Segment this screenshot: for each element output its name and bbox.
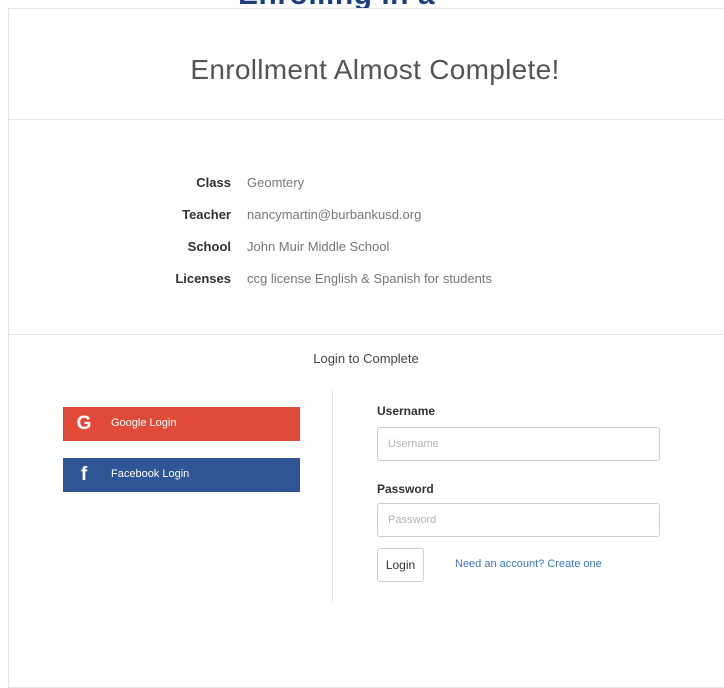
password-input[interactable] bbox=[377, 503, 660, 537]
google-login-label: Google Login bbox=[111, 417, 177, 429]
facebook-login-button[interactable]: f Facebook Login bbox=[63, 458, 300, 492]
login-button[interactable]: Login bbox=[377, 548, 424, 582]
info-key-licenses: Licenses bbox=[175, 271, 231, 286]
vertical-divider bbox=[332, 390, 333, 602]
google-icon: G bbox=[76, 413, 92, 434]
info-key-class: Class bbox=[196, 175, 231, 190]
info-key-school: School bbox=[187, 239, 231, 254]
title-section: Enrollment Almost Complete! bbox=[9, 9, 724, 120]
create-account-link[interactable]: Need an account? Create one bbox=[455, 558, 602, 570]
password-label: Password bbox=[377, 482, 434, 496]
username-label: Username bbox=[377, 404, 436, 418]
info-value-licenses: ccg license English & Spanish for studen… bbox=[247, 271, 492, 286]
facebook-icon: f bbox=[80, 464, 88, 485]
info-value-class: Geomtery bbox=[247, 175, 305, 190]
google-login-button[interactable]: G Google Login bbox=[63, 407, 300, 441]
facebook-login-label: Facebook Login bbox=[111, 468, 190, 480]
enrollment-info: Class Geomtery Teacher nancymartin@burba… bbox=[9, 120, 724, 335]
info-key-teacher: Teacher bbox=[182, 207, 231, 222]
page-title: Enrollment Almost Complete! bbox=[190, 54, 560, 85]
info-value-school: John Muir Middle School bbox=[247, 239, 390, 254]
info-value-teacher: nancymartin@burbankusd.org bbox=[247, 207, 422, 222]
enrollment-card: Enrollment Almost Complete! Class Geomte… bbox=[8, 8, 724, 688]
login-heading: Login to Complete bbox=[313, 351, 419, 366]
username-input[interactable] bbox=[377, 427, 660, 461]
